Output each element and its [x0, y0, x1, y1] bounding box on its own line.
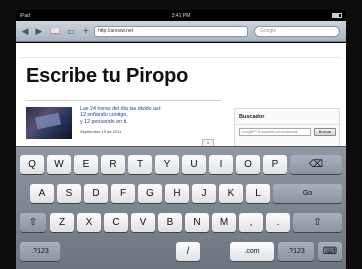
bookmarks-icon[interactable]: 📖 [49, 26, 61, 37]
post-line-3: y 12 pensando en ti. [80, 118, 128, 125]
key-c[interactable]: C [104, 213, 128, 232]
numbers-key-right[interactable]: .?123 [278, 242, 314, 261]
backspace-key[interactable]: ⌫ [290, 155, 342, 174]
shift-left-key[interactable]: ⇧ [20, 213, 46, 232]
key-d[interactable]: D [84, 184, 108, 203]
add-bookmark-button[interactable]: + [80, 26, 92, 37]
key-a[interactable]: A [30, 184, 54, 203]
key-n[interactable]: N [185, 213, 209, 232]
key-u[interactable]: U [182, 155, 206, 174]
post-date: Septiembre 15 de 2011 [80, 129, 122, 134]
numbers-key-left[interactable]: .?123 [20, 242, 60, 261]
key-o[interactable]: O [236, 155, 260, 174]
ipad-frame: iPad 3:41 PM ◀ ▶ 📖 ▭ + http://ariosw.net… [0, 0, 362, 269]
key-g[interactable]: G [138, 184, 162, 203]
safari-toolbar: ◀ ▶ 📖 ▭ + http://ariosw.net Google [16, 21, 346, 42]
page-title[interactable]: Escribe tu Piropo [26, 65, 188, 88]
key-p[interactable]: P [263, 155, 287, 174]
key-r[interactable]: R [101, 155, 125, 174]
key-y[interactable]: Y [155, 155, 179, 174]
header-divider [20, 57, 342, 58]
pages-icon[interactable]: ▭ [65, 26, 77, 37]
clock: 3:41 PM [171, 13, 191, 19]
key-e[interactable]: E [74, 155, 98, 174]
battery-icon [332, 13, 342, 18]
web-page: Escribe tu Piropo Las 24 horas del día l… [16, 43, 346, 146]
key-l[interactable]: L [246, 184, 270, 203]
key-s[interactable]: S [57, 184, 81, 203]
key-j[interactable]: J [192, 184, 216, 203]
sidebar-title: Buscador [239, 114, 265, 120]
shift-right-key[interactable]: ⇧ [293, 213, 342, 232]
url-input[interactable]: http://ariosw.net [94, 26, 248, 37]
key-b[interactable]: B [158, 213, 182, 232]
post-divider [26, 100, 221, 101]
key-t[interactable]: T [128, 155, 152, 174]
go-key[interactable]: Go [273, 184, 342, 203]
search-input[interactable]: Google [254, 26, 340, 37]
key-z[interactable]: Z [50, 213, 74, 232]
key-comma[interactable]: , [239, 213, 263, 232]
key-i[interactable]: I [209, 155, 233, 174]
post-thumbnail[interactable] [26, 107, 72, 139]
onscreen-keyboard: Q W E R T Y U I O P ⌫ A S D F G H J K L Go ⇧ Z X C V B N M,. ⇧ .?12… [16, 146, 346, 269]
dotcom-key[interactable]: .com [230, 242, 274, 261]
key-m[interactable]: M [212, 213, 236, 232]
back-button[interactable]: ◀ [20, 26, 30, 37]
key-period[interactable]: . [266, 213, 290, 232]
search-button[interactable]: Buscar [314, 128, 336, 136]
key-k[interactable]: K [219, 184, 243, 203]
key-q[interactable]: Q [20, 155, 44, 174]
slash-key[interactable]: / [176, 242, 200, 261]
hide-keyboard-icon[interactable]: ⌨ [318, 242, 342, 261]
post-title-link[interactable]: Las 24 horas del día las divido así: 12 … [80, 106, 200, 125]
sidebar-search-widget: Buscador Google™ Búsqueda personalizada … [234, 108, 340, 146]
pagination-button[interactable]: 1 [202, 139, 214, 146]
status-bar: iPad 3:41 PM [16, 10, 346, 21]
key-f[interactable]: F [111, 184, 135, 203]
key-v[interactable]: V [131, 213, 155, 232]
forward-button[interactable]: ▶ [34, 26, 44, 37]
sidebar-divider [235, 124, 339, 125]
custom-search-input[interactable]: Google™ Búsqueda personalizada [239, 128, 311, 136]
key-w[interactable]: W [47, 155, 71, 174]
key-x[interactable]: X [77, 213, 101, 232]
key-h[interactable]: H [165, 184, 189, 203]
